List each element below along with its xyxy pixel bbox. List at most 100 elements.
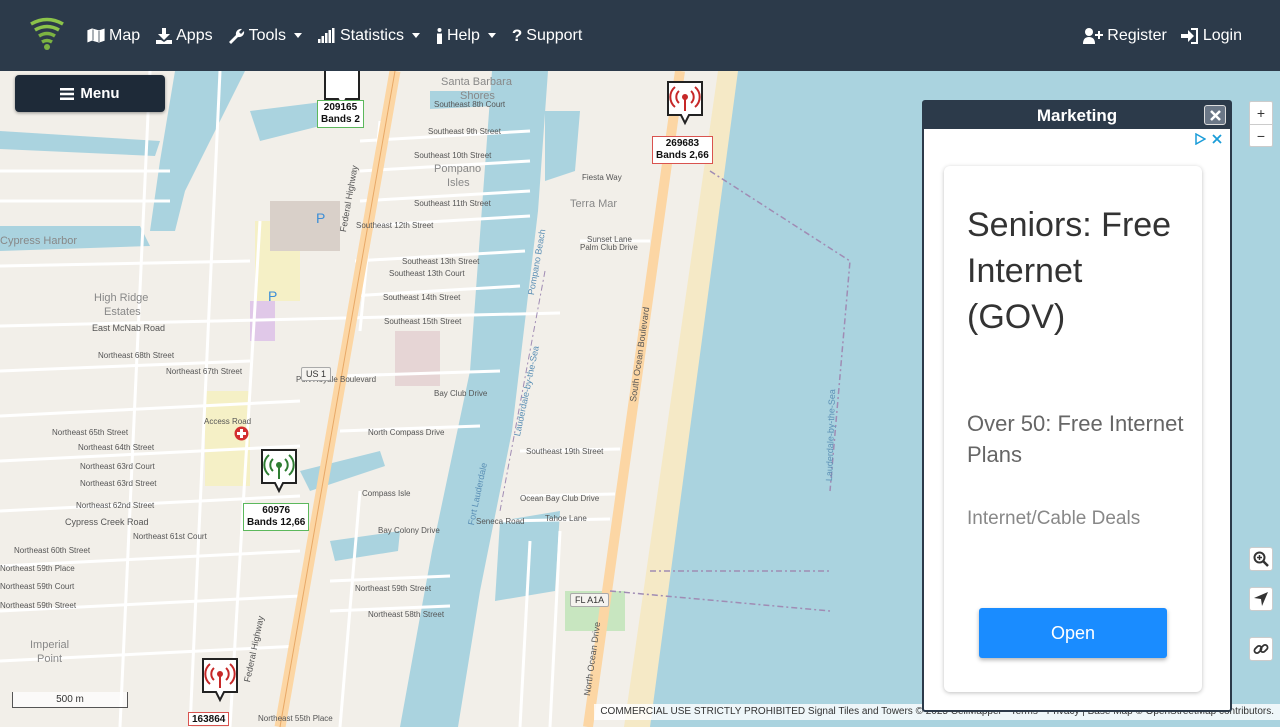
nav-apps-label: Apps [176, 26, 213, 44]
close-icon [1209, 109, 1221, 121]
zoom-area-button[interactable] [1249, 547, 1273, 571]
street-label: Tahoe Lane [545, 514, 587, 523]
place-label: High Ridge [94, 292, 149, 304]
tower-label[interactable]: 269683 Bands 2,66 [652, 136, 713, 164]
street-label: Northeast 63rd Court [80, 462, 155, 471]
svg-text:P: P [268, 288, 277, 304]
nav-support[interactable]: ? Support [512, 26, 582, 46]
map-scale: 500 m [12, 692, 128, 708]
street-label: Palm Club Drive [580, 243, 638, 252]
share-link-button[interactable] [1249, 637, 1273, 661]
street-label: Fiesta Way [582, 173, 622, 182]
tower-label[interactable]: 209165 Bands 2 [317, 100, 364, 128]
signal-bars-icon [317, 28, 335, 43]
marketing-title: Marketing [1036, 106, 1118, 125]
ad-headline: Seniors: Free Internet (GOV) [967, 206, 1172, 336]
menu-button[interactable]: Menu [15, 75, 165, 112]
zoom-control: + − [1249, 101, 1273, 147]
street-label: Northeast 68th Street [98, 351, 175, 360]
street-label: Southeast 19th Street [526, 447, 604, 456]
tower-id: 209165 [323, 102, 358, 113]
nav-help-label: Help [446, 26, 480, 44]
map-icon [87, 28, 105, 43]
nav-map-label: Map [109, 26, 141, 44]
tower-id: 60976 [262, 505, 291, 516]
location-arrow-icon [1254, 592, 1268, 606]
nav-tools[interactable]: Tools [228, 27, 302, 45]
locate-button[interactable] [1249, 587, 1273, 611]
nav-statistics-label: Statistics [339, 26, 404, 44]
svg-text:P: P [316, 210, 325, 226]
marketing-panel: Marketing Seniors: Free Internet (GOV) O… [922, 100, 1232, 712]
street-label: East McNab Road [92, 323, 166, 333]
ad-choices-icon [1195, 133, 1206, 145]
street-label: Southeast 11th Street [414, 199, 491, 208]
nav-help[interactable]: Help [436, 27, 496, 45]
top-navbar: Map Apps Tools Statistics Help ? Support [0, 0, 1280, 71]
street-label: Southeast 13th Street [402, 257, 480, 266]
place-label: Estates [104, 306, 141, 318]
link-icon [1253, 644, 1269, 654]
cellmapper-logo[interactable] [28, 15, 66, 51]
nav-map[interactable]: Map [87, 27, 140, 45]
cell-tower-marker[interactable] [259, 447, 299, 495]
chevron-down-icon [293, 33, 302, 38]
download-icon [156, 27, 173, 44]
street-label: Northeast 63rd Street [80, 479, 157, 488]
ad-description: Internet/Cable Deals [967, 508, 1141, 529]
street-label: North Compass Drive [368, 428, 445, 437]
nav-support-label: Support [526, 26, 583, 44]
nav-statistics[interactable]: Statistics [317, 26, 420, 45]
ad-card[interactable]: Seniors: Free Internet (GOV) Over 50: Fr… [944, 166, 1202, 692]
tower-id: 269683 [665, 138, 700, 149]
cell-tower-marker[interactable] [665, 79, 705, 127]
tower-label[interactable]: 163864 [188, 712, 230, 726]
route-shield: US 1 [301, 367, 332, 381]
street-label: Northeast 61st Court [133, 532, 207, 541]
street-label: Bay Club Drive [434, 389, 488, 398]
register-link[interactable]: Register [1083, 27, 1167, 45]
magnify-icon [1253, 551, 1269, 567]
street-label: Northeast 59th Street [355, 584, 432, 593]
street-label: Northeast 58th Street [368, 610, 445, 619]
street-label: Ocean Bay Club Drive [520, 494, 600, 503]
menu-label: Menu [80, 85, 120, 102]
tower-label[interactable]: 60976 Bands 12,66 [243, 503, 310, 531]
route-shield: FL A1A [570, 593, 610, 607]
place-label: Cypress Harbor [0, 235, 78, 247]
login-label: Login [1202, 26, 1242, 44]
ad-subheadline: Over 50: Free Internet Plans [967, 411, 1184, 467]
street-label: Northeast 60th Street [14, 546, 91, 555]
street-label: Southeast 15th Street [384, 317, 462, 326]
user-plus-icon [1083, 27, 1104, 44]
ad-choices[interactable] [1195, 133, 1222, 145]
ad-close-icon [1212, 134, 1222, 144]
cell-tower-marker[interactable] [200, 656, 240, 704]
place-label: Pompano [434, 163, 482, 175]
sign-in-icon [1180, 27, 1198, 44]
ad-open-button[interactable]: Open [979, 608, 1167, 658]
tower-bands: Bands 2 [321, 114, 360, 125]
hospital-icon[interactable] [234, 426, 249, 441]
place-label: Isles [447, 177, 470, 189]
street-label: Northeast 55th Place [258, 714, 333, 723]
tower-bands: Bands 12,66 [247, 517, 306, 528]
register-label: Register [1107, 26, 1167, 44]
zoom-in-button[interactable]: + [1250, 102, 1272, 124]
place-label: Point [37, 653, 63, 665]
street-label: Northeast 67th Street [166, 367, 243, 376]
street-label: Northeast 59th Place [0, 564, 75, 573]
zoom-out-button[interactable]: − [1250, 124, 1272, 146]
tower-id: 163864 [192, 714, 226, 725]
chevron-down-icon [487, 33, 496, 38]
nav-apps[interactable]: Apps [156, 26, 213, 45]
street-label: Southeast 9th Street [428, 127, 501, 136]
close-button[interactable] [1204, 105, 1226, 125]
street-label: Seneca Road [476, 517, 525, 526]
street-label: Northeast 65th Street [52, 428, 129, 437]
chevron-down-icon [411, 33, 420, 38]
street-label: Southeast 10th Street [414, 151, 492, 160]
info-icon [436, 27, 442, 44]
street-label: Northeast 62nd Street [76, 501, 155, 510]
login-link[interactable]: Login [1180, 26, 1242, 45]
